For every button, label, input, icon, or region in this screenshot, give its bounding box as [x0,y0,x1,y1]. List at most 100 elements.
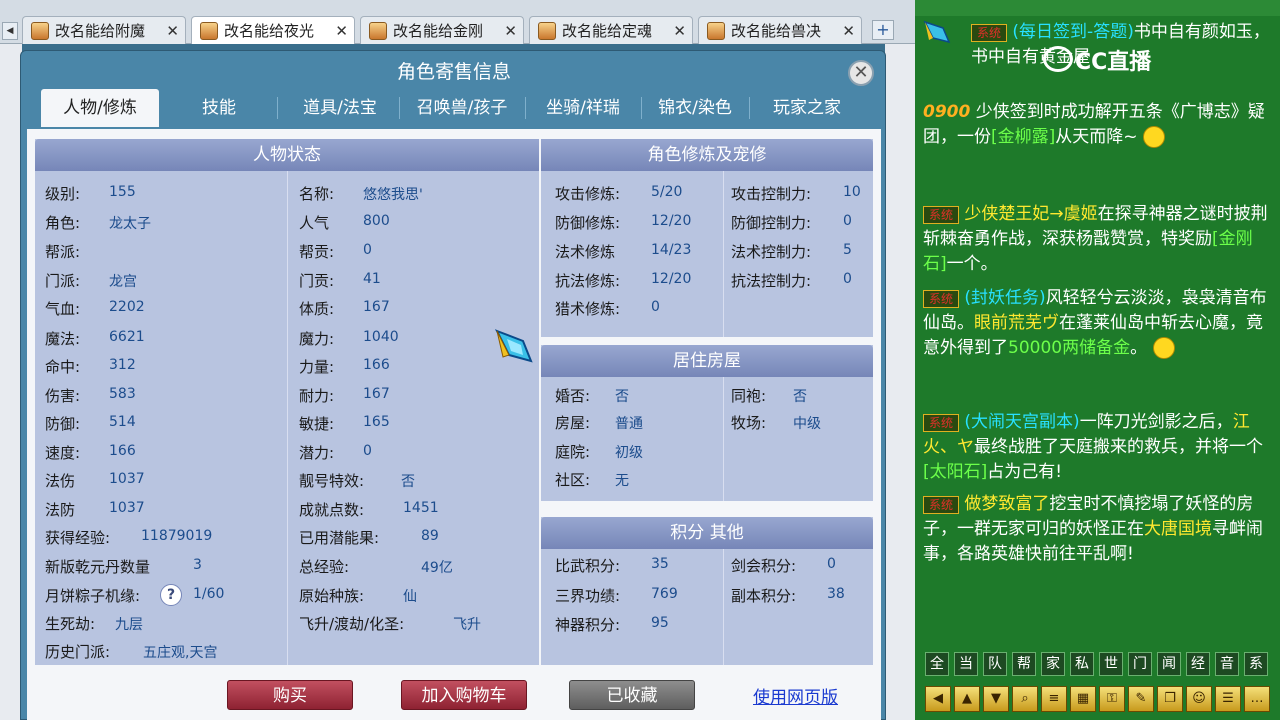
copy-icon[interactable]: ❐ [1157,686,1183,712]
close-icon[interactable]: ✕ [848,60,874,86]
control-label: 抗法控制力: [731,272,812,290]
chat-item-link[interactable]: [金柳露] [991,127,1055,147]
channel-guild-button[interactable]: 帮 [1012,652,1036,676]
tab-close-icon[interactable]: ✕ [504,17,517,45]
grid-icon[interactable]: ▦ [1070,686,1096,712]
stat-label: 门贡: [299,272,335,290]
help-question-icon[interactable]: ? [160,584,182,606]
stat-label: 级别: [45,185,81,203]
tab-outfits[interactable]: 锦衣/染色 [643,89,747,127]
house-value: 否 [793,389,807,405]
favorited-button[interactable]: 已收藏 [569,680,695,710]
stat-value: 165 [363,414,390,430]
chat-player-name[interactable]: 眼前荒芜ヴ [974,313,1059,333]
arrow-up-icon[interactable]: ▲ [954,686,980,712]
channel-news-button[interactable]: 闻 [1157,652,1181,676]
browser-tab-2[interactable]: 改名能给夜光 ✕ [191,16,355,44]
channel-sect-button[interactable]: 门 [1128,652,1152,676]
stat-label: 敏捷: [299,415,335,433]
tab-separator [399,97,400,119]
stat-value: 514 [109,414,136,430]
lock-icon[interactable]: ⚿ [1099,686,1125,712]
stat-label: 法伤 [45,472,76,490]
emoji-icon[interactable]: ☺ [1186,686,1212,712]
stat-label: 潜力: [299,444,335,462]
control-value: 5 [843,242,852,258]
list-icon[interactable]: ≡ [1041,686,1067,712]
browser-tab-5[interactable]: 改名能给兽决 ✕ [698,16,862,44]
chat-text: 从天而降~ [1055,127,1138,147]
stat-value: 800 [363,213,390,229]
channel-family-button[interactable]: 家 [1041,652,1065,676]
stat-value: 否 [401,474,415,490]
house-panel: 居住房屋 婚否: 否 同袍: 否 房屋: 普通 牧场: 中级 庭院: 初级 社区… [541,345,873,501]
house-label: 同袍: [731,387,767,405]
cultivation-value: 12/20 [651,213,692,229]
buy-button[interactable]: 购买 [227,680,353,710]
consignment-info-dialog: 角色寄售信息 ✕ 人物/修炼 技能 道具/法宝 召唤兽/孩子 坐骑/祥瑞 锦衣/… [20,50,886,720]
channel-private-button[interactable]: 私 [1070,652,1094,676]
browser-tab-1[interactable]: 改名能给附魔 ✕ [22,16,186,44]
channel-all-button[interactable]: 全 [925,652,949,676]
add-to-cart-button[interactable]: 加入购物车 [401,680,527,710]
game-favicon-icon [31,22,49,40]
house-value: 否 [615,389,629,405]
search-icon[interactable]: ⌕ [1012,686,1038,712]
status-panel: 人物状态 级别: 155 角色: 龙太子 帮派: 门派: 龙宫 气血: 2202… [35,139,539,665]
tab-pets[interactable]: 召唤兽/孩子 [401,89,523,127]
cultivation-label: 抗法修炼: [555,272,621,290]
channel-voice-button[interactable]: 音 [1215,652,1239,676]
chat-player-name[interactable]: 做梦致富了 [964,494,1049,514]
house-value: 中级 [793,416,821,432]
stat-label: 靓号特效: [299,472,365,490]
stat-label: 角色: [45,214,81,232]
chat-message-5: 系统 (大闹天宫副本)一阵刀光剑影之后，江火、ヤ最终战胜了天庭搬来的救兵，并将一… [923,410,1273,485]
stat-label: 力量: [299,358,335,376]
stat-value: 1451 [403,500,439,516]
stat-value: 49亿 [421,560,453,576]
browser-tab-3[interactable]: 改名能给金刚 ✕ [360,16,524,44]
points-label: 副本积分: [731,587,797,605]
tab-mounts[interactable]: 坐骑/祥瑞 [527,89,639,127]
tab-skills[interactable]: 技能 [169,89,269,127]
house-label: 婚否: [555,387,591,405]
arrow-left-icon[interactable]: ◀ [925,686,951,712]
brush-icon[interactable]: ✎ [1128,686,1154,712]
tab-character[interactable]: 人物/修炼 [41,89,159,127]
channel-current-button[interactable]: 当 [954,652,978,676]
stat-value: 飞升 [453,617,481,633]
tab-close-icon[interactable]: ✕ [335,17,348,45]
stat-value: 悠悠我思' [363,187,423,203]
chat-panel: CC直播 系统 (每日签到-答题)书中自有颜如玉，书中自有黄金屋 0900 少侠… [915,0,1280,720]
stat-value: 1037 [109,471,145,487]
cultivation-label: 防御修炼: [555,214,621,232]
channel-trade-button[interactable]: 经 [1186,652,1210,676]
menu-icon[interactable]: ☰ [1215,686,1241,712]
more-icon[interactable]: … [1244,686,1270,712]
points-panel-title: 积分 其他 [541,517,873,549]
tab-scroll-left-icon[interactable]: ◀ [2,22,18,40]
channel-team-button[interactable]: 队 [983,652,1007,676]
cultivation-panel-title: 角色修炼及宠修 [541,139,873,171]
tab-items[interactable]: 道具/法宝 [284,89,396,127]
stat-value: 167 [363,299,390,315]
tab-close-icon[interactable]: ✕ [673,17,686,45]
channel-world-button[interactable]: 世 [1099,652,1123,676]
chat-number: 0900 [923,102,971,122]
tab-close-icon[interactable]: ✕ [842,17,855,45]
chat-message-4: 系统 (封妖任务)风轻轻兮云淡淡，袅袅清音布仙岛。眼前荒芜ヴ在蓬莱仙岛中斩去心魔… [923,286,1273,361]
new-tab-plus-icon[interactable]: + [872,20,894,40]
tab-player-home[interactable]: 玩家之家 [751,89,863,127]
arrow-down-icon[interactable]: ▼ [983,686,1009,712]
cultivation-label: 猎术修炼: [555,300,621,318]
tab-close-icon[interactable]: ✕ [166,17,179,45]
stat-value: 龙太子 [109,216,151,232]
channel-system-button[interactable]: 系 [1244,652,1268,676]
browser-tab-4[interactable]: 改名能给定魂 ✕ [529,16,693,44]
chat-player-name[interactable]: 少侠楚王妃→虞姬 [964,204,1097,224]
chat-message-6: 系统 做梦致富了挖宝时不慎挖塌了妖怪的房子，一群无家可归的妖怪正在大唐国境寻衅闹… [923,492,1273,567]
stat-label: 体质: [299,300,335,318]
chat-item-link[interactable]: [太阳石] [923,462,987,482]
use-web-version-link[interactable]: 使用网页版 [753,683,838,708]
chat-text: 一阵刀光剑影之后， [1079,412,1233,432]
